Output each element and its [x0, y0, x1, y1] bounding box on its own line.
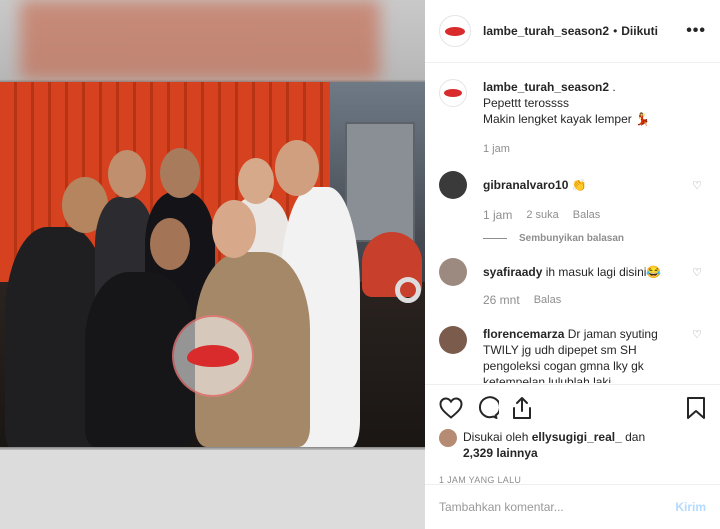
action-icons	[439, 393, 706, 423]
comment-bubble-icon[interactable]	[475, 396, 499, 420]
person-2-head	[108, 150, 146, 198]
hide-replies-button[interactable]: Sembunyikan balasan	[483, 233, 706, 244]
post-actions: Disukai oleh ellysugigi_real_ dan 2,329 …	[425, 384, 720, 485]
author-avatar[interactable]	[439, 15, 471, 47]
caption-meta: 1 jam	[483, 141, 683, 157]
comment-body: syafiraady ih masuk lagi disini😂 26 mnt …	[483, 258, 683, 308]
person-6-head	[150, 218, 190, 270]
caption-suffix: .	[609, 80, 616, 94]
lips-logo-icon	[445, 26, 465, 36]
reply-button[interactable]: Balas	[534, 292, 562, 308]
hide-replies-label: Sembunyikan balasan	[519, 233, 625, 244]
commenter-avatar[interactable]	[439, 258, 467, 286]
backdrop-blur-top	[20, 0, 380, 80]
post-photo[interactable]	[0, 82, 425, 447]
caption-username[interactable]: lambe_turah_season2	[483, 80, 609, 94]
comment-likes[interactable]: 2 suka	[526, 207, 558, 223]
liked-by-and: dan	[625, 430, 646, 444]
comment: gibranalvaro10 👏 1 jam 2 suka Balas ♡	[439, 171, 706, 223]
commenter-avatar[interactable]	[439, 171, 467, 199]
comment-body: gibranalvaro10 👏 1 jam 2 suka Balas	[483, 171, 683, 223]
comment-like-heart-icon[interactable]: ♡	[692, 266, 702, 279]
caption: lambe_turah_season2 . Pepettt terossss M…	[439, 79, 706, 157]
comment-meta: 26 mnt Balas	[483, 292, 683, 308]
post-comment-button[interactable]: Kirim	[675, 500, 706, 514]
comment-body: florencemarza Dr jaman syuting TWILY jg …	[483, 326, 683, 383]
like-heart-icon[interactable]	[439, 397, 463, 419]
author-username[interactable]: lambe_turah_season2	[483, 24, 609, 38]
liker-username[interactable]: ellysugigi_real_	[532, 430, 622, 444]
lips-logo-icon	[444, 89, 462, 97]
person-7-head	[212, 200, 256, 258]
likes-count[interactable]: 2,329 lainnya	[463, 446, 538, 460]
share-icon[interactable]	[511, 396, 533, 420]
bookmark-icon[interactable]	[686, 396, 706, 420]
follow-status-button[interactable]: Diikuti	[621, 24, 658, 38]
comment-username[interactable]: gibranalvaro10	[483, 178, 568, 192]
add-comment-bar: Kirim	[425, 484, 720, 529]
more-options-icon[interactable]: •••	[686, 22, 706, 40]
comment: syafiraady ih masuk lagi disini😂 26 mnt …	[439, 258, 706, 308]
comment: florencemarza Dr jaman syuting TWILY jg …	[439, 326, 706, 383]
comment-like-heart-icon[interactable]: ♡	[692, 328, 702, 341]
liked-by-text: Disukai oleh ellysugigi_real_ dan 2,329 …	[463, 429, 645, 461]
comment-username[interactable]: syafiraady	[483, 265, 542, 279]
caption-time[interactable]: 1 jam	[483, 141, 510, 157]
liker-avatar[interactable]	[439, 429, 457, 447]
caption-avatar[interactable]	[439, 79, 467, 107]
caption-line-2: Makin lengket kayak lemper 💃	[483, 112, 651, 126]
person-3-head	[160, 148, 200, 198]
lips-logo-icon	[187, 345, 239, 367]
liked-by: Disukai oleh ellysugigi_real_ dan 2,329 …	[439, 429, 706, 461]
post-header: lambe_turah_season2 • Diikuti •••	[425, 0, 720, 63]
comment-input[interactable]	[439, 500, 676, 514]
comment-like-heart-icon[interactable]: ♡	[692, 179, 702, 192]
comment-time[interactable]: 26 mnt	[483, 292, 520, 308]
comment-text: 👏	[571, 178, 587, 192]
comment-meta: 1 jam 2 suka Balas	[483, 207, 683, 223]
liked-by-prefix: Disukai oleh	[463, 430, 529, 444]
caption-body: lambe_turah_season2 . Pepettt terossss M…	[483, 79, 683, 157]
post-side-panel: lambe_turah_season2 • Diikuti ••• lambe_…	[425, 0, 720, 529]
comment-username[interactable]: florencemarza	[483, 327, 564, 341]
scooter-wheel	[395, 277, 421, 303]
backdrop-blur-bottom	[0, 450, 425, 529]
commenter-avatar[interactable]	[439, 326, 467, 354]
hide-replies-line	[483, 238, 507, 239]
watermark-logo	[172, 315, 254, 397]
background-building	[345, 122, 415, 242]
reply-button[interactable]: Balas	[573, 207, 601, 223]
person-4-head	[238, 158, 274, 204]
comment-time[interactable]: 1 jam	[483, 207, 512, 223]
comment-text: ih masuk lagi disini😂	[545, 265, 662, 279]
header-separator: •	[613, 24, 618, 38]
comments-list[interactable]: lambe_turah_season2 . Pepettt terossss M…	[425, 63, 720, 383]
caption-line-1: Pepettt terossss	[483, 96, 570, 110]
person-5-head	[275, 140, 319, 196]
